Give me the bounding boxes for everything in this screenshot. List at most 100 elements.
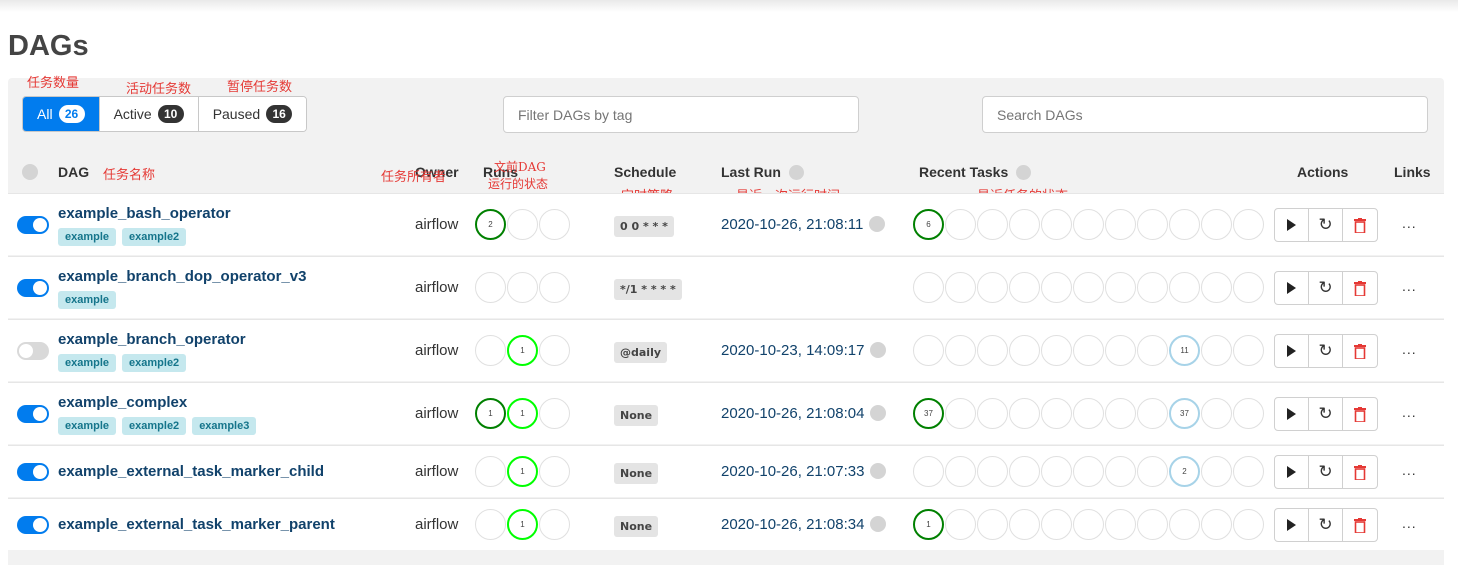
last-run-link[interactable]: 2020-10-26, 21:08:04 <box>721 405 864 422</box>
task-state-none-circle[interactable] <box>977 456 1008 487</box>
dag-name-link[interactable]: example_external_task_marker_parent <box>58 516 335 533</box>
dag-tag[interactable]: example2 <box>122 354 187 372</box>
dag-pause-toggle[interactable] <box>17 405 49 423</box>
task-state-none-circle[interactable] <box>945 335 976 366</box>
tag-filter-input[interactable] <box>503 96 859 133</box>
run-state-running-circle[interactable]: 1 <box>507 456 538 487</box>
refresh-dag-button[interactable]: ↻ <box>1309 272 1343 304</box>
last-run-link[interactable]: 2020-10-26, 21:08:34 <box>721 516 864 533</box>
task-state-sched-circle[interactable]: 2 <box>1169 456 1200 487</box>
trigger-dag-button[interactable] <box>1275 335 1309 367</box>
task-state-none-circle[interactable] <box>945 209 976 240</box>
task-state-none-circle[interactable] <box>977 509 1008 540</box>
delete-dag-button[interactable] <box>1343 335 1377 367</box>
info-icon[interactable] <box>1016 165 1032 180</box>
run-state-none-circle[interactable] <box>539 272 570 303</box>
run-state-none-circle[interactable] <box>475 272 506 303</box>
header-schedule[interactable]: Schedule <box>614 164 676 180</box>
dag-pause-toggle[interactable] <box>17 342 49 360</box>
task-state-none-circle[interactable] <box>1233 335 1264 366</box>
header-dag[interactable]: DAG <box>58 164 89 180</box>
task-state-none-circle[interactable] <box>1041 272 1072 303</box>
dag-pause-toggle[interactable] <box>17 463 49 481</box>
task-state-none-circle[interactable] <box>1137 509 1168 540</box>
run-state-none-circle[interactable] <box>539 335 570 366</box>
trigger-dag-button[interactable] <box>1275 272 1309 304</box>
task-state-none-circle[interactable] <box>1137 209 1168 240</box>
run-state-none-circle[interactable] <box>475 509 506 540</box>
task-state-none-circle[interactable] <box>945 509 976 540</box>
task-state-none-circle[interactable] <box>1009 272 1040 303</box>
run-state-none-circle[interactable] <box>539 209 570 240</box>
filter-active-button[interactable]: Active 10 <box>99 97 199 131</box>
more-links-icon[interactable]: ... <box>1402 515 1417 531</box>
task-state-none-circle[interactable] <box>1073 209 1104 240</box>
trigger-dag-button[interactable] <box>1275 398 1309 430</box>
info-icon[interactable] <box>870 405 887 421</box>
task-state-none-circle[interactable] <box>1041 509 1072 540</box>
task-state-none-circle[interactable] <box>977 209 1008 240</box>
more-links-icon[interactable]: ... <box>1402 404 1417 420</box>
task-state-none-circle[interactable] <box>977 272 1008 303</box>
run-state-none-circle[interactable] <box>475 456 506 487</box>
run-state-none-circle[interactable] <box>507 209 538 240</box>
dag-tag[interactable]: example <box>58 291 117 309</box>
task-state-none-circle[interactable] <box>1201 335 1232 366</box>
info-icon[interactable] <box>870 516 887 532</box>
task-state-none-circle[interactable] <box>1105 456 1136 487</box>
task-state-none-circle[interactable] <box>1169 209 1200 240</box>
task-state-sched-circle[interactable]: 37 <box>1169 398 1200 429</box>
task-state-none-circle[interactable] <box>1073 509 1104 540</box>
dag-tag[interactable]: example2 <box>122 417 187 435</box>
task-state-none-circle[interactable] <box>1041 209 1072 240</box>
task-state-none-circle[interactable] <box>1201 398 1232 429</box>
task-state-none-circle[interactable] <box>1009 335 1040 366</box>
info-icon[interactable] <box>869 216 886 232</box>
refresh-dag-button[interactable]: ↻ <box>1309 209 1343 241</box>
task-state-none-circle[interactable] <box>1073 456 1104 487</box>
task-state-none-circle[interactable] <box>913 456 944 487</box>
dag-tag[interactable]: example2 <box>122 228 187 246</box>
task-state-none-circle[interactable] <box>1233 209 1264 240</box>
task-state-none-circle[interactable] <box>1233 398 1264 429</box>
task-state-none-circle[interactable] <box>1233 509 1264 540</box>
header-info-icon[interactable] <box>22 164 38 180</box>
task-state-none-circle[interactable] <box>1201 272 1232 303</box>
task-state-none-circle[interactable] <box>1009 509 1040 540</box>
task-state-none-circle[interactable] <box>1137 456 1168 487</box>
delete-dag-button[interactable] <box>1343 456 1377 488</box>
task-state-none-circle[interactable] <box>1105 272 1136 303</box>
more-links-icon[interactable]: ... <box>1402 215 1417 231</box>
dag-name-link[interactable]: example_external_task_marker_child <box>58 463 324 480</box>
task-state-none-circle[interactable] <box>1201 509 1232 540</box>
task-state-none-circle[interactable] <box>1201 209 1232 240</box>
last-run-link[interactable]: 2020-10-26, 21:08:11 <box>721 216 863 233</box>
info-icon[interactable] <box>870 463 887 479</box>
trigger-dag-button[interactable] <box>1275 456 1309 488</box>
task-state-none-circle[interactable] <box>1073 272 1104 303</box>
run-state-running-circle[interactable]: 1 <box>507 335 538 366</box>
trigger-dag-button[interactable] <box>1275 509 1309 541</box>
run-state-none-circle[interactable] <box>475 335 506 366</box>
filter-all-button[interactable]: All 26 <box>23 97 100 131</box>
run-state-none-circle[interactable] <box>539 398 570 429</box>
info-icon[interactable] <box>870 342 887 358</box>
dag-tag[interactable]: example <box>58 354 117 372</box>
task-state-none-circle[interactable] <box>1009 209 1040 240</box>
task-state-none-circle[interactable] <box>1137 398 1168 429</box>
task-state-none-circle[interactable] <box>977 335 1008 366</box>
task-state-none-circle[interactable] <box>1041 335 1072 366</box>
task-state-none-circle[interactable] <box>1169 509 1200 540</box>
delete-dag-button[interactable] <box>1343 509 1377 541</box>
dag-tag[interactable]: example3 <box>192 417 257 435</box>
task-state-success-circle[interactable]: 37 <box>913 398 944 429</box>
task-state-none-circle[interactable] <box>1105 398 1136 429</box>
dag-name-link[interactable]: example_complex <box>58 394 187 411</box>
trigger-dag-button[interactable] <box>1275 209 1309 241</box>
task-state-none-circle[interactable] <box>1169 272 1200 303</box>
task-state-none-circle[interactable] <box>1009 456 1040 487</box>
run-state-running-circle[interactable]: 1 <box>507 509 538 540</box>
dag-pause-toggle[interactable] <box>17 216 49 234</box>
task-state-none-circle[interactable] <box>1073 335 1104 366</box>
task-state-none-circle[interactable] <box>1233 456 1264 487</box>
